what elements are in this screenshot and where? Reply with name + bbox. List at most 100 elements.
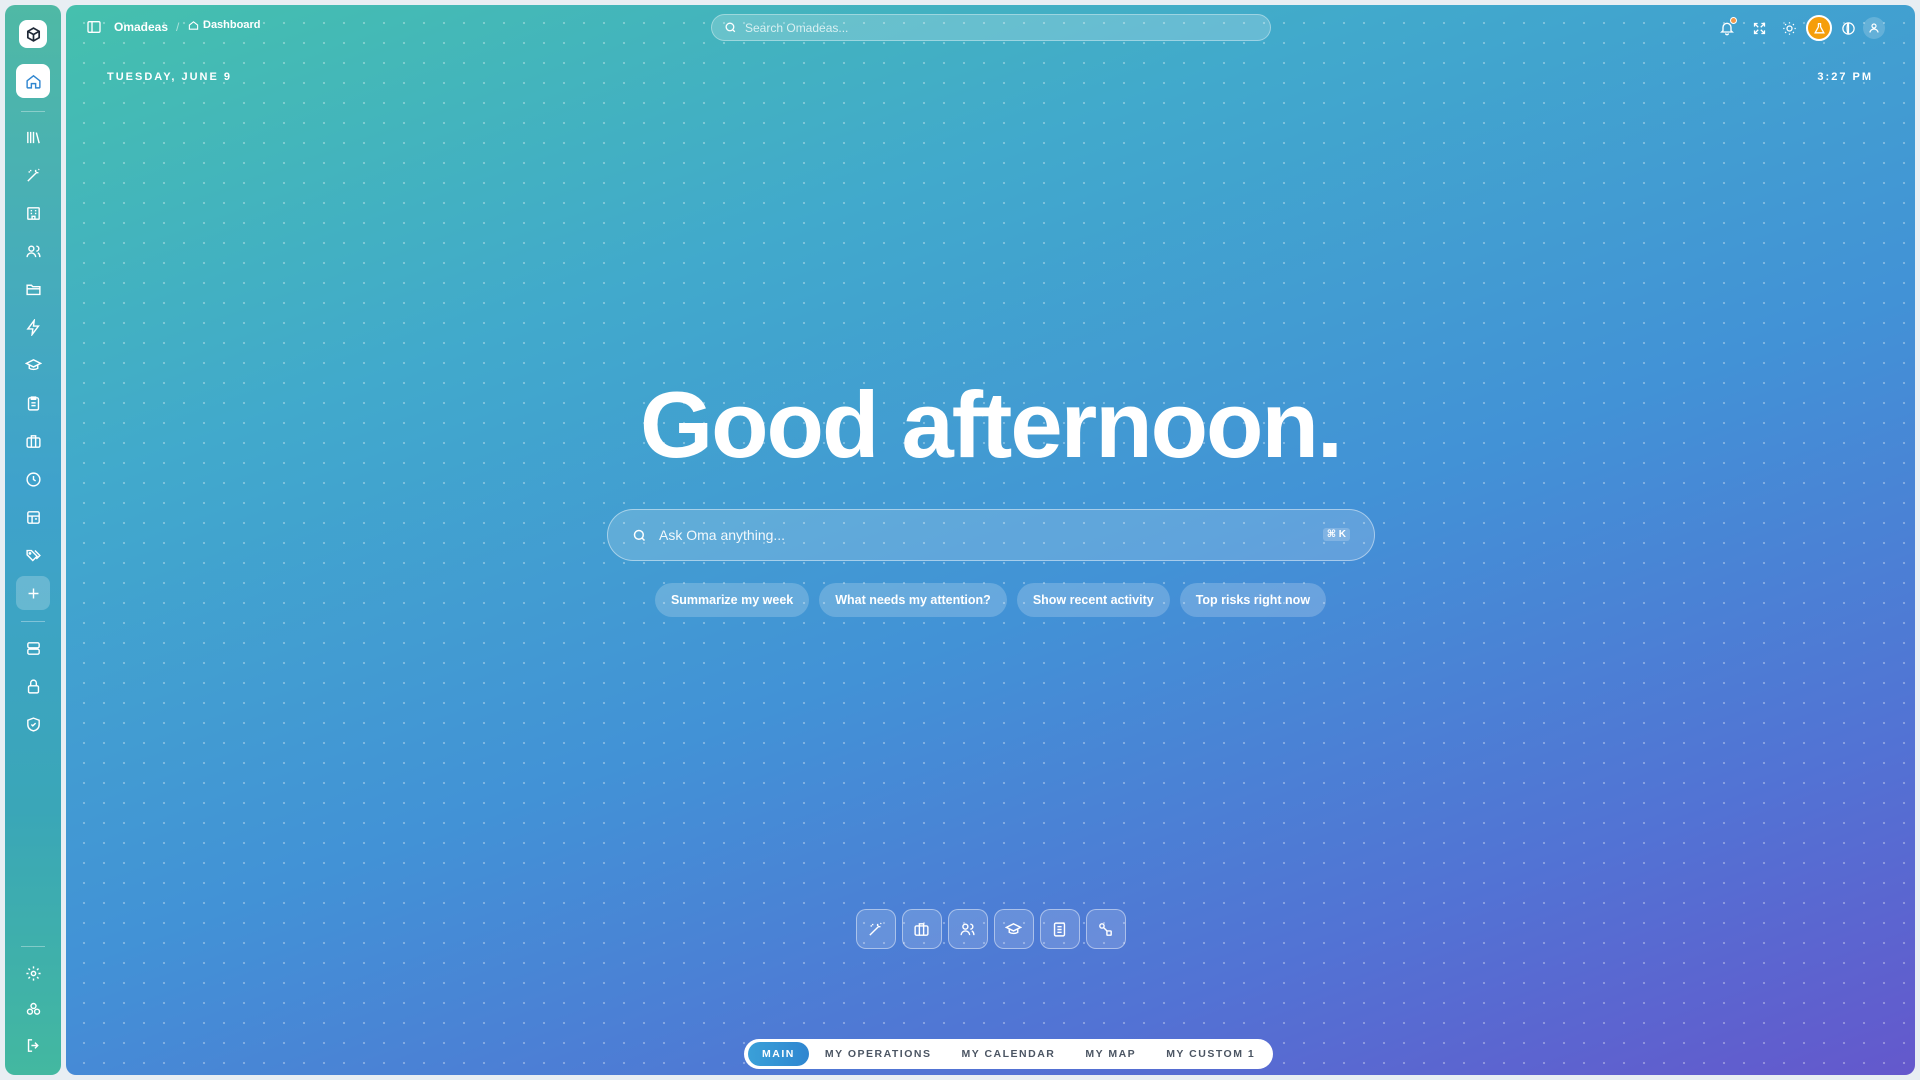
ask-oma-input[interactable] [659, 527, 1299, 543]
current-date: TUESDAY, JUNE 9 [107, 71, 232, 83]
sidebar-item-files[interactable] [16, 272, 50, 306]
sidebar-item-organizations[interactable] [16, 196, 50, 230]
sidebar-item-automations[interactable] [16, 310, 50, 344]
tags-icon [25, 549, 41, 561]
building-icon [26, 206, 40, 220]
suggestion-chip[interactable]: Show recent activity [1016, 583, 1170, 617]
store-icon [26, 510, 40, 524]
top-bar: Omadeas / Dashboard [66, 5, 1915, 51]
quick-action-people[interactable] [947, 909, 988, 949]
suggestion-chips: Summarize my week What needs my attentio… [66, 583, 1915, 617]
brand-name[interactable]: Omadeas [114, 20, 168, 34]
ai-assistant-avatar[interactable] [1806, 15, 1832, 41]
sidebar-add-button[interactable] [16, 576, 50, 610]
fullscreen-button[interactable] [1748, 17, 1770, 39]
quick-actions [66, 909, 1915, 949]
quick-action-training[interactable] [993, 909, 1034, 949]
flask-icon [1813, 22, 1825, 33]
expand-icon [1753, 22, 1765, 34]
tab-my-operations[interactable]: MY OPERATIONS [811, 1042, 946, 1066]
graduation-cap-icon [1005, 922, 1022, 934]
library-icon [26, 131, 40, 143]
plus-icon [28, 588, 38, 598]
clock-icon [25, 471, 41, 487]
magic-wand-icon [869, 922, 882, 936]
breadcrumb[interactable]: Dashboard [188, 19, 260, 31]
sidebar-separator-top [21, 111, 45, 112]
breadcrumb-separator: / [176, 20, 180, 34]
home-icon [25, 74, 41, 89]
sidebar-item-security[interactable] [16, 707, 50, 741]
global-search-input[interactable] [745, 20, 1245, 35]
user-avatar[interactable] [1863, 17, 1885, 39]
dashboard-tabs: MAIN MY OPERATIONS MY CALENDAR MY MAP MY… [744, 1039, 1274, 1069]
briefcase-icon [914, 922, 929, 936]
sidebar-item-tasks[interactable] [16, 386, 50, 420]
document-icon [1053, 921, 1066, 937]
logo-cube-icon [26, 26, 40, 42]
keyboard-shortcut-hint: ⌘ K [1322, 528, 1350, 541]
workflow-icon [1099, 922, 1112, 936]
home-icon [188, 20, 199, 30]
shield-icon [26, 716, 40, 732]
graduation-cap-icon [24, 358, 42, 370]
notifications-button[interactable] [1716, 17, 1738, 39]
sidebar-item-logout[interactable] [16, 1028, 50, 1062]
tab-main[interactable]: MAIN [748, 1042, 809, 1066]
sidebar-item-data[interactable] [16, 631, 50, 665]
magic-wand-icon [26, 168, 40, 182]
sidebar-separator-bottom [21, 946, 45, 947]
user-icon [1869, 23, 1879, 33]
suggestion-chip[interactable]: Summarize my week [654, 583, 810, 617]
quick-action-ai[interactable] [855, 909, 896, 949]
quick-action-workflows[interactable] [1085, 909, 1126, 949]
current-time: 3:27 PM [1817, 71, 1873, 83]
tab-my-custom-1[interactable]: MY CUSTOM 1 [1152, 1042, 1269, 1066]
integrations-icon [26, 1002, 40, 1015]
quick-action-documents[interactable] [1039, 909, 1080, 949]
sidebar-item-training[interactable] [16, 348, 50, 382]
users-icon [25, 244, 41, 257]
sun-icon [1782, 21, 1796, 35]
sidebar-item-people[interactable] [16, 234, 50, 268]
main-area: Omadeas / Dashboard TUESDAY, JUN [66, 5, 1915, 1075]
users-icon [960, 922, 975, 935]
sidebar-item-projects[interactable] [16, 424, 50, 458]
folder-icon [25, 284, 41, 295]
sidebar-item-marketplace[interactable] [16, 500, 50, 534]
language-button[interactable] [1837, 17, 1859, 39]
toggle-sidebar-button[interactable] [86, 19, 102, 40]
sidebar-item-integrations[interactable] [16, 992, 50, 1026]
app-logo[interactable] [19, 20, 47, 48]
theme-toggle-button[interactable] [1778, 17, 1800, 39]
search-icon [725, 22, 736, 33]
sidebar-item-vault[interactable] [16, 669, 50, 703]
sidebar-item-tags[interactable] [16, 538, 50, 572]
sidebar-item-library[interactable] [16, 120, 50, 154]
notification-badge [1730, 17, 1737, 24]
lock-icon [27, 678, 39, 694]
lightning-icon [25, 318, 40, 336]
globe-icon [1841, 21, 1855, 35]
logout-icon [27, 1038, 39, 1052]
quick-action-projects[interactable] [901, 909, 942, 949]
tab-my-map[interactable]: MY MAP [1071, 1042, 1150, 1066]
breadcrumb-label: Dashboard [203, 19, 261, 31]
sidebar-item-settings[interactable] [16, 956, 50, 990]
suggestion-chip[interactable]: What needs my attention? [819, 583, 1007, 617]
sidebar-separator-middle [21, 621, 45, 622]
search-icon [633, 529, 646, 541]
suggestion-chip[interactable]: Top risks right now [1179, 583, 1327, 617]
sidebar-item-history[interactable] [16, 462, 50, 496]
clipboard-icon [27, 395, 39, 411]
sidebar-item-ai[interactable] [16, 158, 50, 192]
settings-icon [25, 965, 41, 981]
sidebar-item-home[interactable] [16, 64, 50, 98]
ask-oma-bar[interactable]: ⌘ K [607, 509, 1375, 561]
global-search[interactable] [711, 14, 1271, 41]
greeting-heading: Good afternoon. [639, 372, 1343, 477]
briefcase-icon [25, 434, 41, 448]
database-icon [26, 641, 40, 655]
sidebar-panel-icon [87, 21, 101, 33]
tab-my-calendar[interactable]: MY CALENDAR [947, 1042, 1069, 1066]
